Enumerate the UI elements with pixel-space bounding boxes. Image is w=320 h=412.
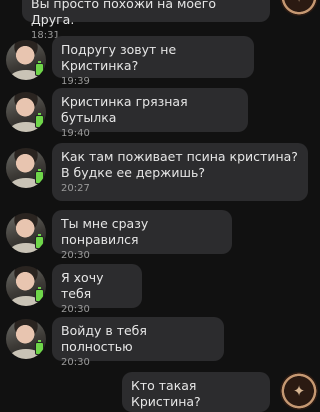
message-bubble[interactable]: Подругу зовут не Кристинка? 19:39 xyxy=(52,36,254,87)
chat-view: Вы просто похожи на моего Друга. 18:31 ✦… xyxy=(0,0,320,412)
message-text: Подругу зовут не Кристинка? xyxy=(61,42,181,73)
user-avatar-icon[interactable] xyxy=(6,148,46,188)
message-bubble[interactable]: Как там поживает псина кристина? В будке… xyxy=(52,143,308,201)
message-time: 20:30 xyxy=(61,357,90,368)
user-avatar-icon[interactable] xyxy=(6,213,46,253)
user-avatar-icon[interactable] xyxy=(6,92,46,132)
user-avatar-icon[interactable] xyxy=(6,40,46,80)
message-bubble[interactable]: Кто такая Кристина? xyxy=(122,372,270,412)
message-text: Я хочу тебя xyxy=(61,270,108,301)
message-text: Ты мне сразу понравился xyxy=(61,216,153,247)
message-time: 20:27 xyxy=(61,183,90,194)
user-avatar-icon[interactable] xyxy=(6,266,46,306)
message-bubble[interactable]: Войду в тебя полностью 20:30 xyxy=(52,317,224,368)
message-time: 20:30 xyxy=(61,304,90,315)
message-text: Кристинка грязная бутылка xyxy=(61,94,192,125)
message-bubble[interactable]: Я хочу тебя 20:30 xyxy=(52,264,142,315)
message-bubble[interactable]: Кристинка грязная бутылка 19:40 xyxy=(52,88,248,139)
message-time: 20:30 xyxy=(61,250,90,261)
battery-icon xyxy=(35,287,44,302)
battery-icon xyxy=(35,113,44,128)
battery-icon xyxy=(35,61,44,76)
message-bubble[interactable]: Вы просто похожи на моего Друга. 18:31 xyxy=(22,0,270,41)
message-text: Вы просто похожи на моего Друга. xyxy=(31,0,220,27)
message-text: Кто такая Кристина? xyxy=(131,378,201,409)
message-time: 19:39 xyxy=(61,76,90,87)
message-text: Войду в тебя полностью xyxy=(61,323,151,354)
brand-logo-icon[interactable]: ✦ xyxy=(280,372,318,410)
battery-icon xyxy=(35,234,44,249)
message-time: 19:40 xyxy=(61,128,90,139)
brand-logo-icon[interactable]: ✦ xyxy=(280,0,318,16)
battery-icon xyxy=(35,169,44,184)
message-text: Как там поживает псина кристина? В будке… xyxy=(61,149,302,180)
battery-icon xyxy=(35,340,44,355)
user-avatar-icon[interactable] xyxy=(6,319,46,359)
message-bubble[interactable]: Ты мне сразу понравился 20:30 xyxy=(52,210,232,261)
